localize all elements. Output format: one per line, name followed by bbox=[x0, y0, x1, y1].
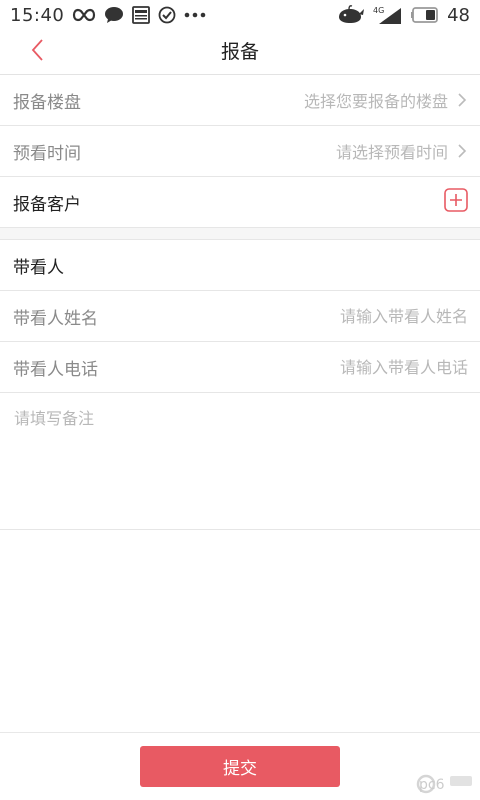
property-select-row[interactable]: 报备楼盘 选择您要报备的楼盘 bbox=[0, 75, 480, 126]
add-customer-button[interactable] bbox=[444, 188, 468, 216]
chat-bubble-icon bbox=[104, 5, 124, 25]
visit-time-select[interactable]: 请选择预看时间 bbox=[336, 139, 468, 163]
guide-phone-label: 带看人电话 bbox=[13, 359, 98, 380]
back-button[interactable] bbox=[22, 37, 52, 67]
guide-name-input[interactable] bbox=[268, 306, 468, 326]
submit-button[interactable]: 提交 bbox=[140, 746, 340, 787]
remark-input[interactable] bbox=[14, 405, 466, 517]
guide-section-header: 带看人 bbox=[0, 240, 480, 291]
pc6-watermark-logo: pc6 bbox=[416, 770, 474, 796]
guide-name-label: 带看人姓名 bbox=[13, 308, 98, 329]
property-select[interactable]: 选择您要报备的楼盘 bbox=[304, 88, 468, 112]
visit-time-label: 预看时间 bbox=[13, 143, 81, 164]
property-label: 报备楼盘 bbox=[13, 92, 81, 113]
signal-icon: 4G bbox=[373, 5, 403, 25]
visit-time-select-row[interactable]: 预看时间 请选择预看时间 bbox=[0, 126, 480, 177]
more-dots-icon bbox=[184, 5, 206, 25]
chevron-left-icon bbox=[30, 38, 44, 66]
status-bar-right: 4G 48 bbox=[337, 5, 470, 26]
remark-area bbox=[0, 393, 480, 530]
page-title: 报备 bbox=[220, 41, 259, 63]
watermark-text: pc6 bbox=[419, 777, 445, 793]
bottom-bar: 提交 pc6 bbox=[0, 732, 480, 800]
battery-level: 48 bbox=[447, 4, 470, 26]
guide-section-label: 带看人 bbox=[13, 257, 64, 278]
check-circle-icon bbox=[158, 5, 176, 25]
customer-label: 报备客户 bbox=[13, 194, 81, 215]
nav-bar: 报备 bbox=[0, 30, 480, 75]
news-icon bbox=[132, 5, 151, 25]
guide-phone-row: 带看人电话 bbox=[0, 342, 480, 393]
section-gap bbox=[0, 228, 480, 240]
customer-row: 报备客户 bbox=[0, 177, 480, 228]
property-placeholder: 选择您要报备的楼盘 bbox=[303, 92, 448, 111]
guide-phone-input[interactable] bbox=[268, 357, 468, 377]
infinity-icon bbox=[72, 5, 96, 25]
guide-name-row: 带看人姓名 bbox=[0, 291, 480, 342]
visit-time-placeholder: 请选择预看时间 bbox=[335, 143, 448, 162]
network-type: 4G bbox=[373, 6, 384, 15]
status-bar-left: 15:40 bbox=[10, 5, 206, 26]
status-time: 15:40 bbox=[10, 4, 65, 26]
battery-icon bbox=[411, 5, 439, 25]
status-bar: 15:40 4G 48 bbox=[0, 0, 480, 30]
chevron-right-icon bbox=[456, 92, 468, 108]
chevron-right-icon bbox=[456, 143, 468, 159]
whale-icon bbox=[337, 5, 365, 25]
plus-square-icon bbox=[444, 188, 468, 216]
